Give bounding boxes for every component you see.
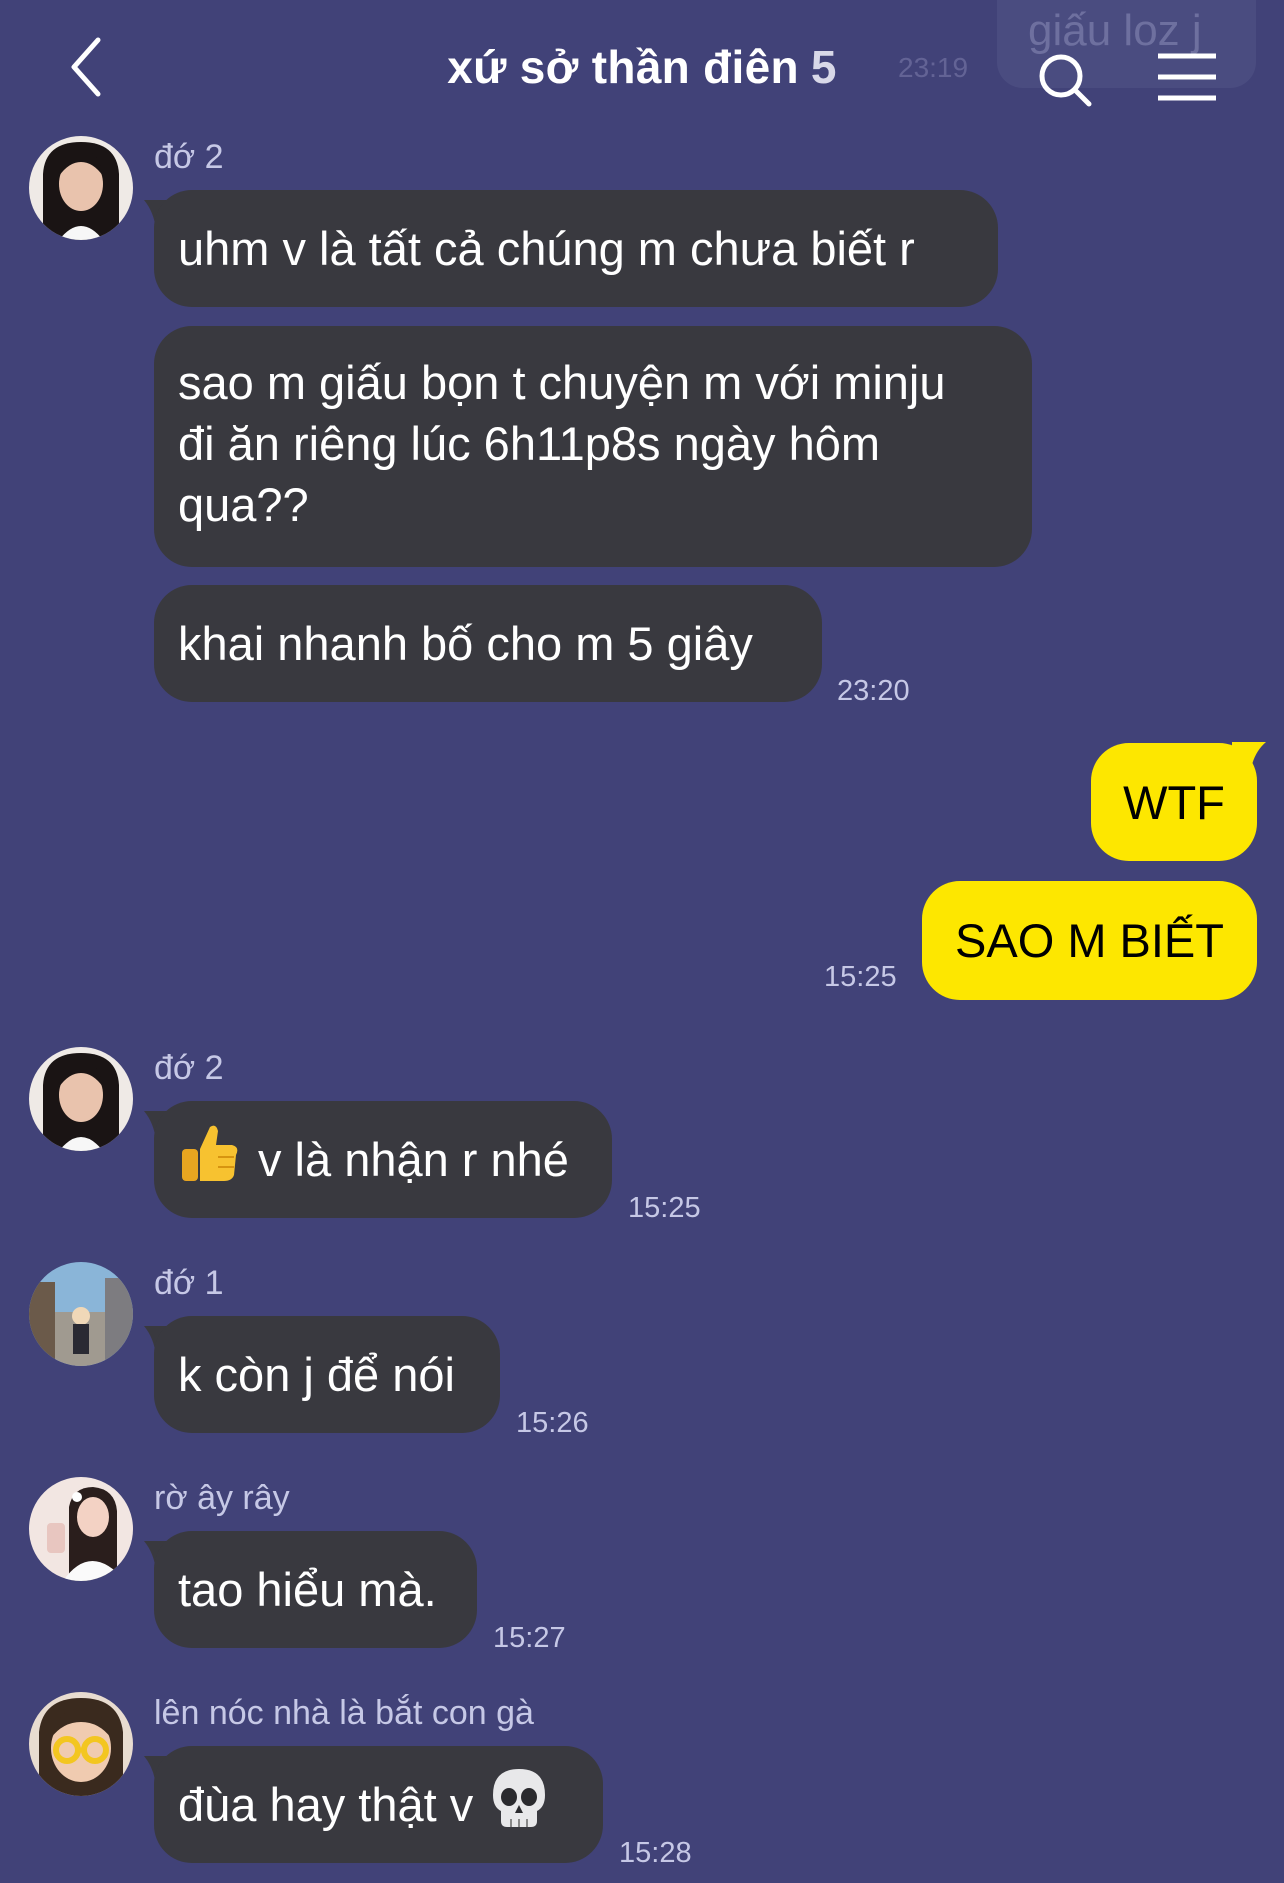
message-bubble[interactable]: khai nhanh bố cho m 5 giây bbox=[154, 585, 822, 702]
message-text-line: đi ăn riêng lúc 6h11p8s ngày hôm bbox=[178, 417, 880, 470]
message-text: tao hiểu mà. bbox=[178, 1563, 437, 1616]
search-icon[interactable] bbox=[1035, 50, 1095, 110]
skull-icon bbox=[491, 1767, 547, 1843]
avatar-len-noc-nha[interactable] bbox=[29, 1692, 133, 1796]
message-time: 23:20 bbox=[837, 675, 910, 707]
message-bubble[interactable]: uhm v là tất cả chúng m chưa biết r bbox=[154, 190, 998, 307]
message-bubble[interactable]: v là nhận r nhé bbox=[154, 1101, 612, 1218]
message-text: v là nhận r nhé bbox=[258, 1133, 569, 1186]
message-time: 15:25 bbox=[824, 961, 897, 993]
message-bubble[interactable]: sao m giấu bọn t chuyện m với minju đi ă… bbox=[154, 326, 1032, 567]
thumbs-up-icon bbox=[178, 1121, 240, 1199]
chat-name: xứ sở thần điên bbox=[447, 41, 799, 93]
message-time: 15:27 bbox=[493, 1622, 566, 1654]
message-bubble-outgoing[interactable]: WTF bbox=[1091, 743, 1257, 861]
avatar-do-2[interactable] bbox=[29, 136, 133, 240]
sender-name: đớ 2 bbox=[154, 1049, 224, 1087]
message-bubble[interactable]: tao hiểu mà. bbox=[154, 1531, 477, 1648]
message-text-line: sao m giấu bọn t chuyện m với minju bbox=[178, 356, 946, 409]
sender-name: đớ 2 bbox=[154, 138, 224, 176]
message-bubble[interactable]: k còn j để nói bbox=[154, 1316, 500, 1433]
sender-name: đớ 1 bbox=[154, 1264, 224, 1302]
message-time: 15:28 bbox=[619, 1837, 692, 1869]
sender-name: lên nóc nhà là bắt con gà bbox=[154, 1694, 534, 1732]
message-time: 15:25 bbox=[628, 1192, 701, 1224]
message-text: k còn j để nói bbox=[178, 1348, 455, 1401]
message-text: SAO M BIẾT bbox=[955, 914, 1224, 967]
message-text: WTF bbox=[1123, 775, 1225, 829]
message-text: uhm v là tất cả chúng m chưa biết r bbox=[178, 222, 915, 275]
sender-name: rờ ây rây bbox=[154, 1479, 290, 1517]
avatar-do-2[interactable] bbox=[29, 1047, 133, 1151]
message-text: đùa hay thật v bbox=[178, 1778, 474, 1831]
avatar-ro-ay-ray[interactable] bbox=[29, 1477, 133, 1581]
message-text-line: qua?? bbox=[178, 478, 309, 531]
avatar-do-1[interactable] bbox=[29, 1262, 133, 1366]
message-bubble[interactable]: đùa hay thật v bbox=[154, 1746, 603, 1863]
message-text: khai nhanh bố cho m 5 giây bbox=[178, 617, 753, 670]
message-time: 15:26 bbox=[516, 1407, 589, 1439]
member-count: 5 bbox=[810, 41, 837, 93]
message-bubble-outgoing[interactable]: SAO M BIẾT bbox=[922, 881, 1257, 1000]
hamburger-menu-icon[interactable] bbox=[1156, 52, 1218, 102]
